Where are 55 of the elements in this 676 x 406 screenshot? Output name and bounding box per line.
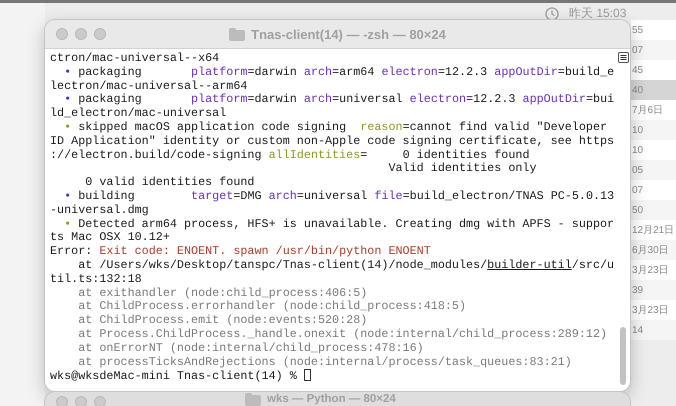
text-cursor <box>304 369 311 382</box>
modified-time: 昨天 15:03 <box>569 5 626 22</box>
list-row[interactable]: 3月23日 <box>631 300 676 320</box>
terminal-line: ctron/mac-universal--x64 <box>50 52 220 66</box>
terminal-line: -universal.dmg <box>50 204 150 218</box>
terminal-line: • skipped macOS application code signing reason=cannot find valid "Developer <box>63 120 608 135</box>
shell-prompt: wks@wksdeMac-mini Tnas-client(14) % <box>50 369 298 384</box>
close-button[interactable] <box>56 28 68 40</box>
minimize-button[interactable] <box>75 28 87 40</box>
folder-icon <box>245 393 261 406</box>
terminal-line: at processTicksAndRejections (node:internal/process/task_queues:83:21) <box>77 356 573 370</box>
terminal-line: 0 valid identities found <box>84 176 256 190</box>
window-title: Tnas-client(14) — -zsh — 80×24 <box>251 26 446 42</box>
zoom-button[interactable] <box>94 396 106 406</box>
zoom-button[interactable] <box>94 28 106 40</box>
list-row[interactable]: 12月21日 <box>631 220 676 240</box>
list-row[interactable]: 45 <box>631 60 676 80</box>
terminal-line: ld_electron/mac-universal <box>50 107 228 121</box>
list-row[interactable]: 40 <box>631 80 676 100</box>
window-title: wks — Python — 80×24 <box>267 393 396 406</box>
terminal-line: at exithandler (node:child_process:406:5) <box>77 286 368 300</box>
list-row[interactable]: 10 <box>631 140 676 160</box>
terminal-line: • Detected arm64 process, HFS+ is unavailable. Creating dmg with APFS - suppor <box>63 218 616 232</box>
list-row[interactable]: 3月23日 <box>631 260 676 280</box>
list-row[interactable]: 6月30日 <box>631 240 676 260</box>
terminal-line: at ChildProcess.emit (node:events:520:28) <box>77 314 368 328</box>
file-link[interactable]: builder-util <box>487 258 572 272</box>
list-row[interactable]: 14 <box>631 320 676 340</box>
list-row[interactable]: 05 <box>631 160 676 180</box>
terminal-line: at Process.ChildProcess._handle.onexit (node:internal/child_process:289:12) <box>77 328 608 342</box>
clock-icon <box>545 6 559 20</box>
terminal-line: ://electron.build/code-signing allIdentities= 0 identities found <box>50 148 530 162</box>
terminal-line: Error: Exit code: ENOENT. spawn /usr/bin/python ENOENT <box>50 245 432 259</box>
close-button[interactable] <box>56 396 68 406</box>
list-row[interactable]: 55 <box>631 20 676 40</box>
terminal-line: Valid identities only <box>387 162 538 176</box>
terminal-line: • packaging platform=darwin arch=arm64 electron=12.2.3 appOutDir=build_e <box>63 66 616 80</box>
terminal-line: • building target=DMG arch=universal file=build_electron/TNAS PC-5.0.13 <box>63 190 616 204</box>
minimize-button[interactable] <box>75 396 87 406</box>
scrollbar-thumb[interactable] <box>620 327 626 385</box>
terminal-line: • packaging platform=darwin arch=universal electron=12.2.3 appOutDir=bui <box>63 93 616 108</box>
list-row[interactable]: 7月6日 <box>631 100 676 120</box>
folder-icon <box>229 28 246 40</box>
terminal-line: at ChildProcess.errorhandler (node:child_process:418:5) <box>77 300 468 314</box>
terminal-line: lectron/mac-universal--arm64 <box>50 80 248 94</box>
list-row[interactable]: 07 <box>631 180 676 200</box>
list-row[interactable]: 39 <box>631 280 676 300</box>
terminal-line: ID Application" identity or custom non-Apple code signing certificate, see https <box>50 134 616 149</box>
terminal-line: ts Mac OSX 10.12+ <box>50 231 171 246</box>
terminal-line: at onErrorNT (node:internal/child_process:478:16) <box>77 342 425 356</box>
list-row[interactable]: 50 <box>631 200 676 220</box>
list-row[interactable]: 10 <box>631 120 676 140</box>
terminal-line: til.ts:132:18 <box>50 272 143 287</box>
terminal-line: at /Users/wks/Desktop/tanspc/Tnas-client(14)/node_modules/builder-util/src/u <box>77 258 616 273</box>
list-row[interactable]: 07 <box>631 40 676 60</box>
